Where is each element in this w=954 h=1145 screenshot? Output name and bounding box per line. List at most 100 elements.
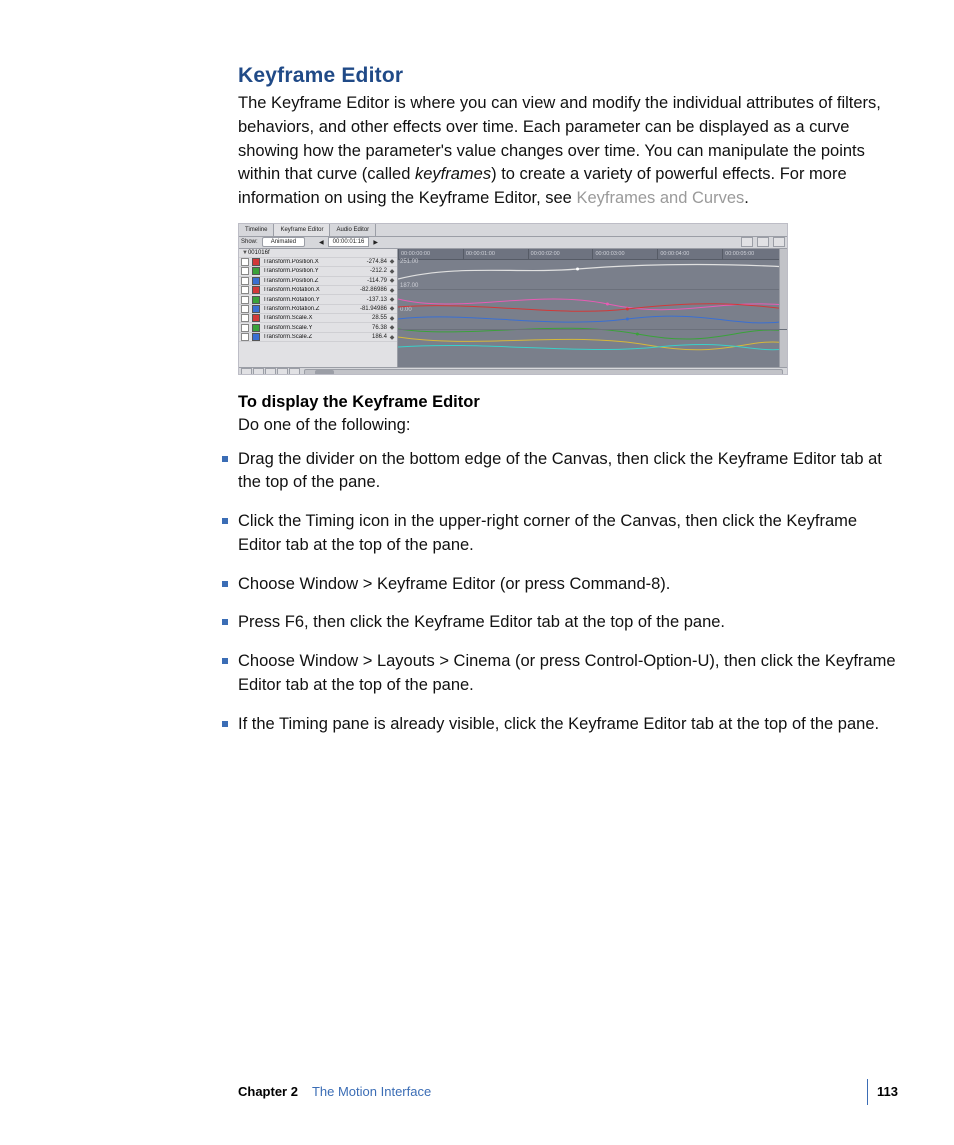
checkbox-icon [241, 296, 249, 304]
section-heading: Keyframe Editor [238, 64, 898, 88]
curves-svg [398, 259, 787, 367]
param-row: Transform.Scale.Z186.4◆ [239, 333, 397, 342]
timecode-field: 00:00:01:16 [328, 237, 370, 247]
param-row: Transform.Position.X-274.84◆ [239, 258, 397, 267]
param-name: Transform.Rotation.Y [263, 297, 351, 303]
ruler-tick: 00:00:00:00 [398, 249, 463, 259]
param-name: Transform.Scale.X [263, 315, 351, 321]
checkbox-icon [241, 267, 249, 275]
footer-separator [867, 1079, 868, 1105]
instruction-bullets: Drag the divider on the bottom edge of t… [238, 448, 898, 737]
intro-paragraph: The Keyframe Editor is where you can vie… [238, 92, 898, 211]
screenshot-showbar: Show: Animated ◀ 00:00:01:16 ▶ [239, 237, 787, 249]
ruler-tick: 00:00:03:00 [592, 249, 657, 259]
param-value: -114.79 [351, 278, 387, 284]
color-swatch [252, 305, 260, 313]
tab-timeline: Timeline [239, 224, 274, 236]
checkbox-icon [241, 305, 249, 313]
show-select: Animated [262, 237, 305, 247]
show-label: Show: [241, 239, 258, 245]
param-group-row: ▼ 001016f [239, 249, 397, 258]
keyframe-diamond-icon: ◆ [389, 305, 395, 312]
checkbox-icon [241, 314, 249, 322]
param-value: 186.4 [351, 334, 387, 340]
ruler-tick: 00:00:01:00 [463, 249, 528, 259]
param-value: -212.2 [351, 268, 387, 274]
checkbox-icon [241, 333, 249, 341]
footer-btn-icon [253, 368, 264, 375]
param-row: Transform.Position.Z-114.79◆ [239, 277, 397, 286]
param-value: 76.38 [351, 325, 387, 331]
bullet-item: Drag the divider on the bottom edge of t… [238, 448, 898, 496]
snap-icon [741, 237, 753, 247]
param-value: -82.86986 [351, 287, 387, 293]
keyframe-diamond-icon: ◆ [389, 268, 395, 275]
param-row: Transform.Position.Y-212.2◆ [239, 267, 397, 276]
intro-text-3: . [744, 189, 749, 207]
keyframe-diamond-icon: ◆ [389, 324, 395, 331]
keyframe-diamond-icon: ◆ [389, 296, 395, 303]
screenshot-tabs: Timeline Keyframe Editor Audio Editor [239, 224, 787, 237]
keyframe-diamond-icon: ◆ [389, 315, 395, 322]
page-container: Keyframe Editor The Keyframe Editor is w… [0, 0, 954, 1145]
color-swatch [252, 324, 260, 332]
bullet-item: Click the Timing icon in the upper-right… [238, 510, 898, 558]
keyframe-diamond-icon: ◆ [389, 277, 395, 284]
tab-keyframe-editor: Keyframe Editor [274, 224, 330, 236]
bullet-item: Press F6, then click the Keyframe Editor… [238, 611, 898, 635]
param-value: -137.13 [351, 297, 387, 303]
param-group-name: 001016f [248, 250, 270, 256]
footer-btn-icon [265, 368, 276, 375]
keyframe-editor-screenshot: Timeline Keyframe Editor Audio Editor Sh… [238, 223, 788, 375]
checkbox-icon [241, 286, 249, 294]
howto-heading: To display the Keyframe Editor [238, 393, 898, 412]
screenshot-footer [239, 367, 787, 375]
keyframe-diamond-icon: ◆ [389, 258, 395, 265]
screenshot-body: ▼ 001016f Transform.Position.X-274.84◆Tr… [239, 249, 787, 367]
footer-btn-icon [289, 368, 300, 375]
footer-btn-icon [241, 368, 252, 375]
curve-icon [757, 237, 769, 247]
param-value: -274.84 [351, 259, 387, 265]
param-name: Transform.Scale.Y [263, 325, 351, 331]
param-name: Transform.Position.Y [263, 268, 351, 274]
checkbox-icon [241, 277, 249, 285]
page-footer: Chapter 2 The Motion Interface 113 [238, 1084, 898, 1099]
color-swatch [252, 296, 260, 304]
footer-left-buttons [239, 368, 300, 375]
ruler-tick: 00:00:04:00 [657, 249, 722, 259]
keyframes-and-curves-link[interactable]: Keyframes and Curves [576, 189, 744, 207]
bullet-item: Choose Window > Layouts > Cinema (or pre… [238, 650, 898, 698]
color-swatch [252, 267, 260, 275]
param-name: Transform.Scale.Z [263, 334, 351, 340]
page-number: 113 [863, 1084, 898, 1099]
keyframe-diamond-icon: ◆ [389, 287, 395, 294]
param-value: -81.94986 [351, 306, 387, 312]
param-name: Transform.Rotation.X [263, 287, 351, 293]
scroll-thumb [315, 370, 334, 375]
color-swatch [252, 286, 260, 294]
horizontal-scrollbar [304, 369, 783, 375]
checkbox-icon [241, 324, 249, 332]
ruler-tick: 00:00:05:00 [722, 249, 787, 259]
footer-btn-icon [277, 368, 288, 375]
param-name: Transform.Position.Z [263, 278, 351, 284]
param-row: Transform.Rotation.Y-137.13◆ [239, 295, 397, 304]
param-name: Transform.Position.X [263, 259, 351, 265]
curve-area: 00:00:00:00 00:00:01:00 00:00:02:00 00:0… [398, 249, 787, 367]
param-row: Transform.Scale.X28.55◆ [239, 314, 397, 323]
ruler-tick: 00:00:02:00 [528, 249, 593, 259]
color-swatch [252, 333, 260, 341]
bullet-item: Choose Window > Keyframe Editor (or pres… [238, 573, 898, 597]
param-value: 28.55 [351, 315, 387, 321]
color-swatch [252, 314, 260, 322]
param-row: Transform.Rotation.Z-81.94986◆ [239, 305, 397, 314]
bullet-item: If the Timing pane is already visible, c… [238, 713, 898, 737]
tab-audio-editor: Audio Editor [330, 224, 376, 236]
param-row: Transform.Rotation.X-82.86986◆ [239, 286, 397, 295]
keyframe-diamond-icon: ◆ [389, 334, 395, 341]
chapter-label: Chapter 2 [238, 1084, 298, 1099]
param-name: Transform.Rotation.Z [263, 306, 351, 312]
param-row: Transform.Scale.Y76.38◆ [239, 323, 397, 332]
chapter-name: The Motion Interface [312, 1084, 431, 1099]
